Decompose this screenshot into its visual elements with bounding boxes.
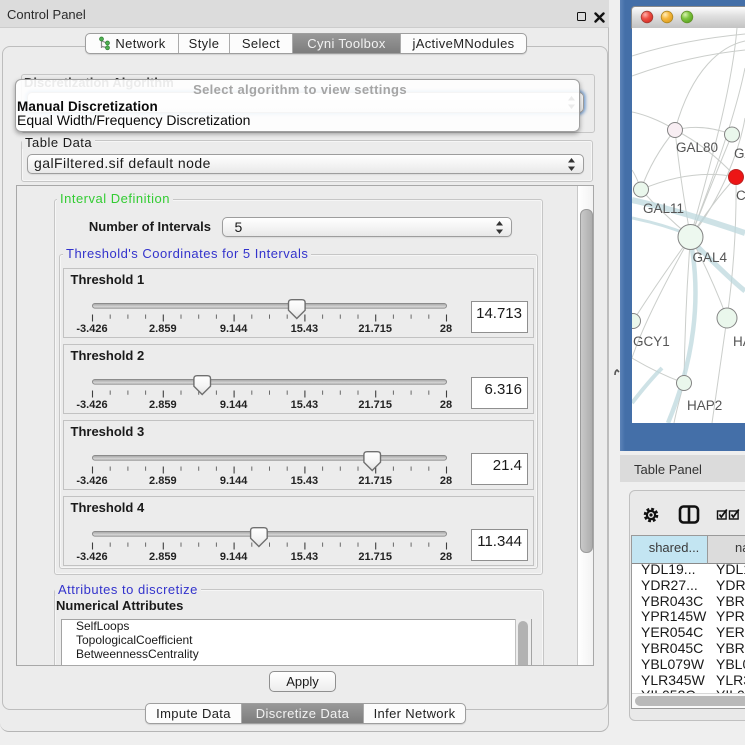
svg-text:GA: GA [734,146,745,161]
svg-text:GAL11: GAL11 [643,201,684,216]
svg-text:HAP2: HAP2 [687,398,722,413]
svg-text:HA: HA [733,334,745,349]
svg-text:GCY1: GCY1 [633,334,670,349]
svg-text:GAL4: GAL4 [693,250,728,265]
svg-text:GAL80: GAL80 [676,140,718,155]
svg-text:CA: CA [736,188,745,203]
